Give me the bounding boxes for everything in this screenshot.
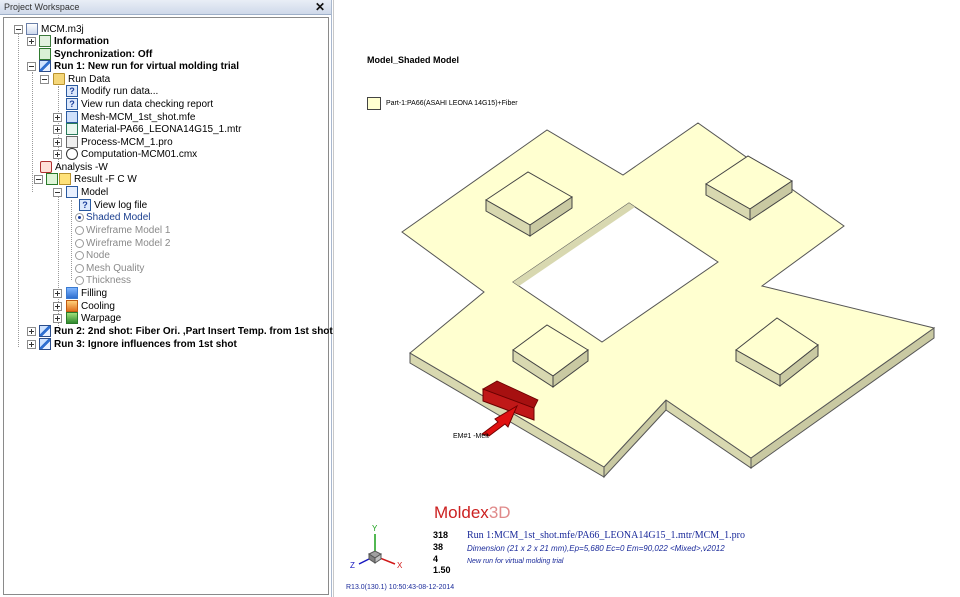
tree-item-label: Filling: [81, 288, 108, 299]
expand-toggle[interactable]: [53, 125, 62, 134]
expand-toggle[interactable]: [53, 138, 62, 147]
part-model-render: [401, 122, 936, 479]
expand-toggle[interactable]: [27, 37, 36, 46]
tree-item-label: Modify run data...: [81, 86, 159, 97]
tree-item-label: Run 1: New run for virtual molding trial: [54, 61, 240, 72]
tree-item-label: Warpage: [81, 313, 122, 324]
expand-toggle[interactable]: [53, 150, 62, 159]
radio[interactable]: [75, 251, 84, 260]
tree-guide: [32, 72, 33, 192]
analysis-icon: [40, 161, 52, 173]
radio[interactable]: [75, 239, 84, 248]
tree-item-label: Material-PA66_LEONA14G15_1.mtr: [81, 124, 242, 135]
mesh-icon: [66, 111, 78, 123]
radio[interactable]: [75, 226, 84, 235]
expand-toggle[interactable]: [53, 289, 62, 298]
help-icon: ?: [79, 199, 91, 211]
tree-item-label: Computation-MCM01.cmx: [81, 149, 198, 160]
collapse-toggle[interactable]: [14, 25, 23, 34]
run-info: Run 1:MCM_1st_shot.mfe/PA66_LEONA14G15_1…: [467, 530, 745, 541]
tree-item-label: View run data checking report: [81, 99, 214, 110]
axis-x-label: X: [397, 561, 403, 570]
close-icon[interactable]: ✕: [315, 0, 325, 14]
tree-guide: [71, 200, 72, 280]
stat-value: 4: [433, 554, 439, 564]
dimension-info: Dimension (21 x 2 x 21 mm),Ep=5,680 Ec=0…: [467, 544, 725, 553]
model-icon: [66, 186, 78, 198]
tree-item-label: Run 2: 2nd shot: Fiber Ori. ,Part Insert…: [54, 326, 333, 337]
panel-header: Project Workspace ✕: [0, 0, 331, 15]
tree-item-label: Node: [86, 250, 110, 261]
information-icon: [39, 35, 51, 47]
result-icon: [46, 173, 58, 185]
collapse-toggle[interactable]: [27, 62, 36, 71]
brand-suffix: 3D: [488, 503, 511, 522]
panel-title: Project Workspace: [4, 2, 80, 12]
expand-toggle[interactable]: [53, 302, 62, 311]
run-description: New run for virtual molding trial: [467, 558, 564, 565]
process-icon: [66, 136, 78, 148]
run-icon: [39, 325, 51, 337]
material-icon: [66, 123, 78, 135]
brand-main: Moldex: [434, 503, 489, 522]
folder-icon: [53, 73, 65, 85]
project-icon: [26, 23, 38, 35]
tree-item-label: Model: [81, 187, 109, 198]
sync-icon: [39, 48, 51, 60]
expand-toggle[interactable]: [27, 327, 36, 336]
tree-guide: [18, 34, 19, 347]
stat-value: 318: [433, 530, 449, 540]
expand-toggle[interactable]: [53, 314, 62, 323]
project-tree: MCM.m3j Information Synchronization: Off…: [3, 17, 333, 595]
run-icon: [39, 338, 51, 350]
moldex3d-logo: Moldex3D: [434, 503, 511, 523]
project-workspace-panel: Project Workspace ✕ MCM.m3j Information …: [0, 0, 333, 597]
tree-item-label: Information: [54, 36, 109, 47]
tree-item-label: Run 3: Ignore influences from 1st shot: [54, 339, 237, 350]
cooling-icon: [66, 300, 78, 312]
collapse-toggle[interactable]: [53, 188, 62, 197]
collapse-toggle[interactable]: [34, 175, 43, 184]
version-stamp: R13.0(130.1) 10:50:43-08-12-2014: [346, 584, 455, 591]
radio-selected[interactable]: [75, 213, 84, 222]
tree-item-label: Thickness: [86, 275, 132, 286]
filling-icon: [66, 287, 78, 299]
result-status-icon: [59, 173, 71, 185]
radio[interactable]: [75, 276, 84, 285]
tree-item-label: Result -F C W: [74, 174, 137, 185]
radio[interactable]: [75, 264, 84, 273]
axis-triad: Y X Z: [350, 524, 403, 570]
tree-item-label: Shaded Model: [86, 212, 151, 223]
expand-toggle[interactable]: [27, 340, 36, 349]
expand-toggle[interactable]: [53, 113, 62, 122]
model-viewport[interactable]: Model_Shaded Model Part-1:PA66(ASAHI LEO…: [333, 0, 960, 597]
warpage-icon: [66, 312, 78, 324]
stat-value: 1.50: [433, 565, 451, 575]
collapse-toggle[interactable]: [40, 75, 49, 84]
help-icon: ?: [66, 98, 78, 110]
computation-icon: [66, 148, 78, 160]
run-icon: [39, 60, 51, 72]
tree-item-label: Wireframe Model 1: [86, 225, 171, 236]
stat-value: 38: [433, 542, 444, 552]
help-icon: ?: [66, 85, 78, 97]
axis-y-label: Y: [372, 524, 378, 533]
gate-label: EM#1 -Melt: [453, 433, 489, 440]
axis-z-label: Z: [350, 561, 355, 570]
